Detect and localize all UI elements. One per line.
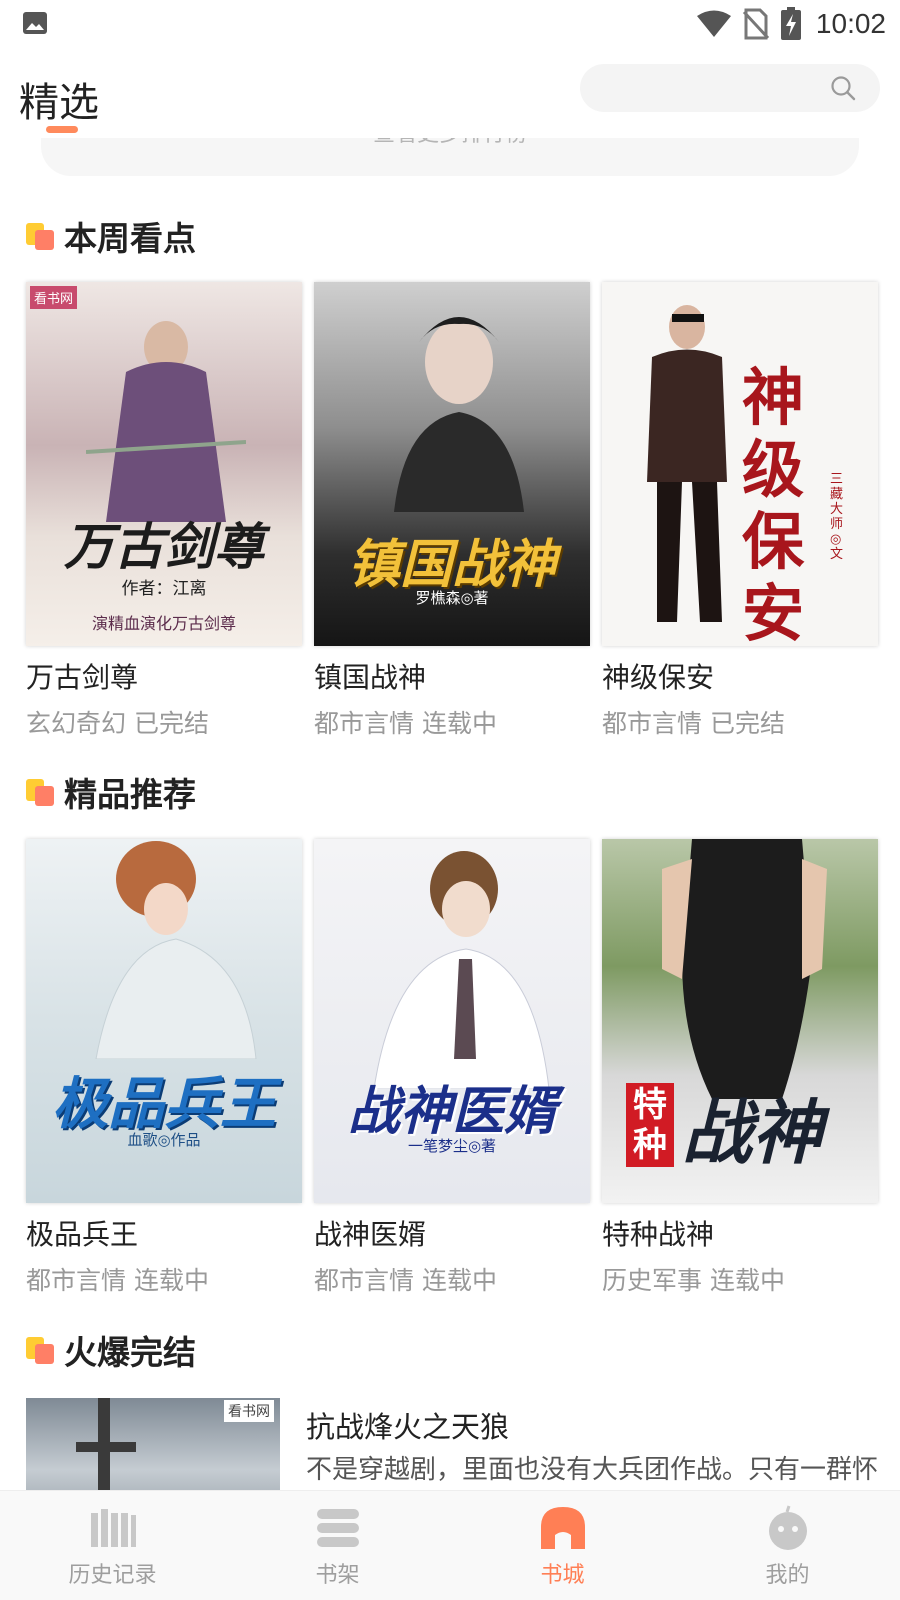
cover-badge: 特种 — [626, 1083, 674, 1167]
cover-illustration — [373, 851, 550, 1089]
nav-label: 历史记录 — [68, 1563, 157, 1588]
cover-brand: 看书网 — [224, 1400, 274, 1422]
cover-author: 一笔梦尘◎著 — [407, 1137, 497, 1155]
cover-illustration — [394, 317, 524, 512]
book-meta: 历史军事 连载中 — [602, 1266, 785, 1295]
nav-label: 我的 — [765, 1563, 810, 1588]
status-bar: 10:02 — [0, 0, 900, 48]
book-cover[interactable]: 看书网 万古剑尊 作者：江离 演精血演化万古剑尊 — [26, 282, 302, 646]
book-cover[interactable]: 战神医婿 一笔梦尘◎著 — [314, 839, 590, 1203]
book-card[interactable]: 镇国战神 罗樵森◎著 镇国战神 都市言情 连载中 — [314, 282, 590, 740]
battery-charging-icon — [780, 7, 801, 40]
profile-icon — [768, 1505, 807, 1550]
book-title[interactable]: 万古剑尊 — [26, 656, 302, 696]
nav-label: 书城 — [540, 1563, 585, 1588]
cover-brand: 看书网 — [30, 286, 78, 309]
tab-featured[interactable]: 精选 — [19, 70, 99, 128]
section-premium-picks-title: 精品推荐 — [26, 770, 196, 814]
cover-illustration — [95, 841, 257, 1059]
cover-title: 镇国战神 — [347, 535, 556, 595]
book-card[interactable]: 特种 战神 特种战神 历史军事 连载中 — [602, 839, 878, 1297]
wifi-icon — [696, 10, 731, 37]
book-cover[interactable]: 镇国战神 罗樵森◎著 — [314, 282, 590, 646]
nav-profile[interactable]: 我的 — [675, 1491, 900, 1600]
gallery-notification-icon — [23, 12, 47, 34]
bookshelf-icon — [316, 1509, 359, 1547]
book-meta: 都市言情 连载中 — [314, 1266, 497, 1295]
cover-illustration — [662, 839, 827, 1099]
section-title-text: 本周看点 — [64, 219, 196, 258]
cover-author: 作者：江离 — [121, 579, 207, 599]
cover-title: 战神 — [682, 1092, 822, 1174]
nav-label: 书架 — [315, 1563, 360, 1588]
tab-underline — [46, 126, 78, 133]
book-cover[interactable]: 特种 战神 — [602, 839, 878, 1203]
book-title[interactable]: 极品兵王 — [26, 1213, 302, 1253]
cover-title: 万古剑尊 — [64, 518, 264, 576]
nav-bookshelf[interactable]: 书架 — [225, 1491, 450, 1600]
book-card[interactable]: 看书网 万古剑尊 作者：江离 演精血演化万古剑尊 万古剑尊 玄幻奇幻 已完结 — [26, 282, 302, 740]
cover-tagline: 演精血演化万古剑尊 — [91, 614, 236, 633]
bottom-navigation: 历史记录 书架 书城 我的 — [0, 1490, 900, 1600]
search-icon[interactable] — [830, 75, 856, 101]
section-icon — [26, 1335, 56, 1365]
book-meta: 都市言情 连载中 — [314, 709, 497, 738]
cover-illustration — [86, 321, 246, 522]
top-header: 精选 — [0, 48, 900, 138]
cover-title: 极品兵王 — [52, 1072, 276, 1137]
book-meta: 都市言情 已完结 — [602, 709, 785, 738]
book-card[interactable]: 战神医婿 一笔梦尘◎著 战神医婿 都市言情 连载中 — [314, 839, 590, 1297]
cover-title: 战神医婿 — [347, 1082, 556, 1142]
section-hot-completed-title: 火爆完结 — [26, 1328, 196, 1372]
cover-author: 三藏大师◎文 — [830, 472, 844, 562]
section-title-text: 火爆完结 — [64, 1333, 196, 1372]
section-weekly-highlights-title: 本周看点 — [26, 214, 196, 258]
cover-author: 血歌◎作品 — [127, 1131, 201, 1149]
book-meta: 都市言情 连载中 — [26, 1266, 209, 1295]
cover-author: 罗樵森◎著 — [415, 589, 489, 607]
nav-bookstore[interactable]: 书城 — [450, 1491, 675, 1600]
book-title[interactable]: 镇国战神 — [314, 656, 590, 696]
section-title-text: 精品推荐 — [64, 775, 196, 814]
search-input[interactable] — [580, 64, 880, 112]
clock: 10:02 — [815, 8, 886, 39]
book-title[interactable]: 战神医婿 — [314, 1213, 590, 1253]
section-icon — [26, 777, 56, 807]
history-icon — [90, 1509, 136, 1547]
cover-illustration — [647, 305, 727, 622]
nav-history[interactable]: 历史记录 — [0, 1491, 225, 1600]
book-cover[interactable]: 极品兵王 血歌◎作品 — [26, 839, 302, 1203]
no-sim-icon — [742, 8, 770, 40]
book-title[interactable]: 特种战神 — [602, 1213, 878, 1253]
bookstore-icon — [540, 1507, 585, 1549]
book-title[interactable]: 神级保安 — [602, 656, 878, 696]
book-card[interactable]: 神级保安 三藏大师◎文 神级保安 都市言情 已完结 — [602, 282, 878, 740]
book-card[interactable]: 极品兵王 血歌◎作品 极品兵王 都市言情 连载中 — [26, 839, 302, 1297]
book-cover[interactable]: 神级保安 三藏大师◎文 — [602, 282, 878, 646]
list-item-title[interactable]: 抗战烽火之天狼 — [306, 1404, 509, 1446]
section-icon — [26, 221, 56, 251]
book-meta: 玄幻奇幻 已完结 — [26, 709, 209, 738]
